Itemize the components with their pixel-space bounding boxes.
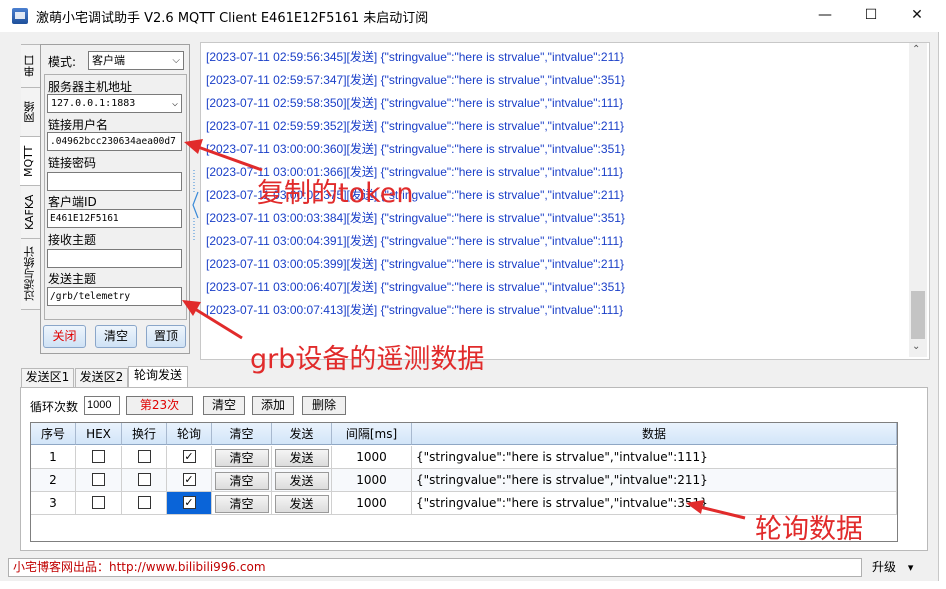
annotation-telemetry: grb设备的遥测数据 bbox=[250, 344, 485, 375]
token-arrow bbox=[197, 145, 263, 172]
annotation-arrows bbox=[182, 139, 746, 520]
annotation-poll-data: 轮询数据 bbox=[755, 514, 863, 545]
telemetry-arrowhead bbox=[182, 300, 201, 316]
poll-arrow bbox=[699, 505, 746, 520]
token-arrowhead bbox=[184, 139, 203, 154]
annotation-token: 复制的token bbox=[257, 178, 414, 209]
telemetry-arrow bbox=[194, 307, 243, 340]
poll-arrowhead bbox=[686, 500, 704, 514]
